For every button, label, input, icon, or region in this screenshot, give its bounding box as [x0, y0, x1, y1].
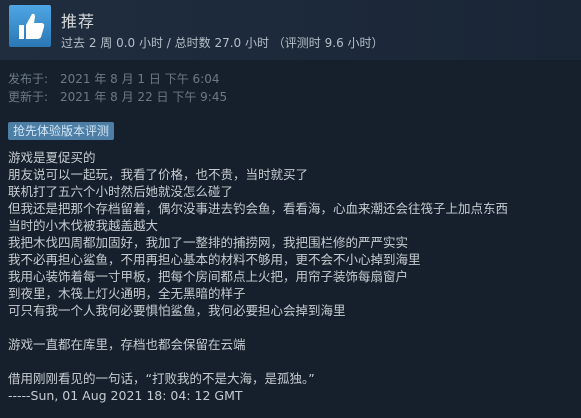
review-line: 但我还是把那个存档留着，偶尔没事进去钓会鱼，看看海，心血来潮还会往筏子上加点东西 [8, 201, 509, 216]
review-line: 到夜里，木筏上灯火通明，全无黑暗的样子 [8, 286, 246, 301]
posted-date-row: 发布于: 2021 年 8 月 1 日 下午 6:04 [8, 70, 219, 87]
review-signature: -----Sun, 01 Aug 2021 18: 04: 12 GMT [8, 388, 243, 403]
updated-value: 2021 年 8 月 22 日 下午 9:45 [60, 90, 228, 104]
posted-value: 2021 年 8 月 1 日 下午 6:04 [60, 72, 220, 86]
review-line: 朋友说可以一起玩，我看了价格，也不贵，当时就买了 [8, 167, 309, 182]
review-line: 联机打了五六个小时然后她就没怎么碰了 [8, 184, 234, 199]
recommendation-title: 推荐 [61, 12, 96, 31]
review-line: 游戏是夏促买的 [8, 150, 96, 165]
review-card: 推荐 过去 2 周 0.0 小时 / 总时数 27.0 小时 （评测时 9.6 … [0, 0, 581, 418]
review-line: 可只有我一个人我何必要惧怕鲨鱼，我何必要担心会掉到海里 [8, 303, 346, 318]
review-line: 游戏一直都在库里，存档也都会保留在云端 [8, 337, 246, 352]
thumbs-up-icon[interactable] [9, 5, 51, 47]
updated-date-row: 更新于: 2021 年 8 月 22 日 下午 9:45 [8, 88, 227, 105]
review-header: 推荐 过去 2 周 0.0 小时 / 总时数 27.0 小时 （评测时 9.6 … [0, 0, 581, 60]
review-line: 我把木伐四周都加固好，我加了一整排的捕捞网，我把围栏修的严严实实 [8, 235, 409, 250]
review-line: 借用刚刚看见的一句话，“打败我的不是大海，是孤独。” [8, 371, 315, 386]
playtime-summary: 过去 2 周 0.0 小时 / 总时数 27.0 小时 （评测时 9.6 小时） [61, 36, 384, 50]
early-access-badge: 抢先体验版本评测 [8, 122, 115, 140]
posted-label: 发布于: [8, 72, 49, 86]
review-line: 我不必再担心鲨鱼，不用再担心基本的材料不够用，更不会不小心掉到海里 [8, 252, 421, 267]
review-line: 我用心装饰着每一寸甲板，把每个房间都点上火把，用帘子装饰每扇窗户 [8, 269, 409, 284]
updated-label: 更新于: [8, 90, 49, 104]
review-line: 当时的小木伐被我越盖越大 [8, 218, 159, 233]
